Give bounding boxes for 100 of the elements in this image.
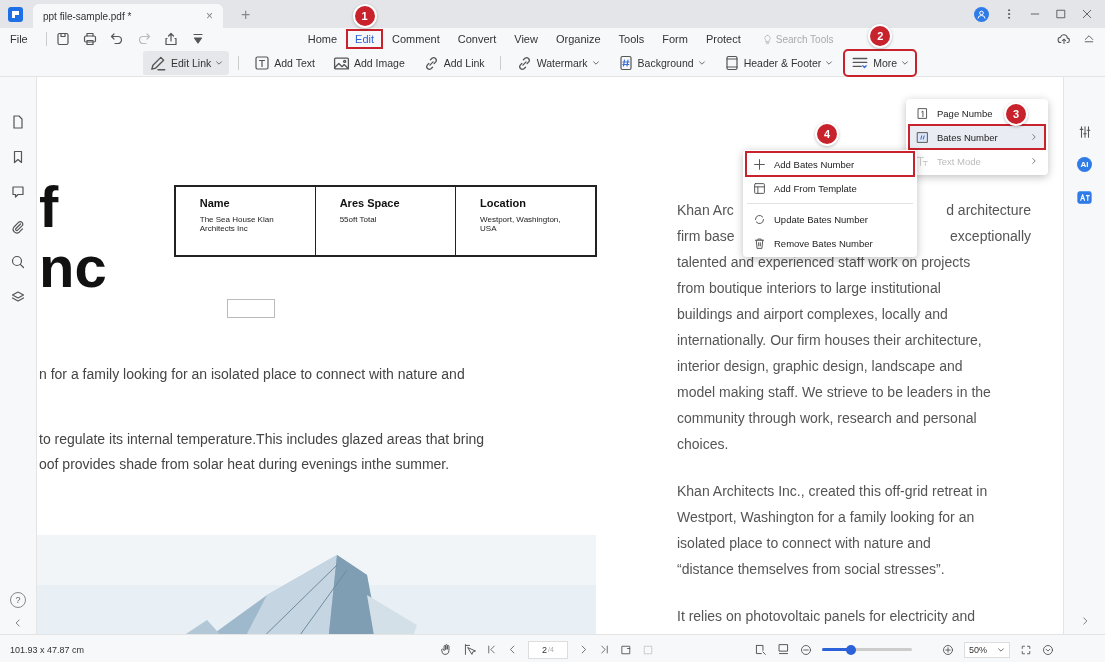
page-heading: nc: [39, 237, 107, 297]
app-logo: [8, 7, 23, 22]
body-text-line: community through work, research and personal: [677, 409, 977, 428]
menu-tab[interactable]: Form: [655, 31, 695, 47]
menu-item[interactable]: Add From Template: [747, 177, 913, 199]
toolbar-button[interactable]: Watermark: [509, 51, 606, 75]
select-text-icon[interactable]: [463, 643, 476, 656]
table-cell: 55oft Total: [315, 214, 456, 256]
body-text-line: n for a family looking for an isolated place to connect with nature and: [38, 365, 466, 384]
caret-icon: [997, 645, 1005, 654]
menu-item[interactable]: Remove Bates Number: [747, 232, 913, 254]
caret-icon: [825, 59, 834, 67]
caret-icon: [215, 59, 224, 67]
chevron-right-icon: [1030, 132, 1038, 141]
maximize-icon[interactable]: [1055, 8, 1067, 20]
menu-tab[interactable]: Tools: [611, 31, 652, 47]
body-text-line: Khan Architects Inc., created this off-grid retreat in: [677, 482, 988, 501]
plus-icon: [753, 157, 766, 171]
translate-icon[interactable]: [1077, 190, 1092, 205]
print-icon[interactable]: [81, 31, 98, 47]
zoom-in-icon[interactable]: [942, 643, 954, 656]
body-text-line: exceptionally: [950, 227, 1031, 246]
body-text-line: model making staff. We strieve to be leaders in the: [677, 383, 991, 402]
text-box-icon[interactable]: [254, 55, 271, 71]
bates-icon: [916, 130, 929, 144]
hash-page-icon[interactable]: [617, 55, 634, 71]
menu-tab[interactable]: Convert: [450, 31, 504, 47]
last-page-icon[interactable]: [599, 644, 610, 655]
ai-assistant-button[interactable]: AI: [1077, 157, 1092, 172]
column-header: Name: [174, 186, 316, 215]
body-text-line: to regulate its internal temperature.This includes glazed areas that bring: [38, 430, 486, 449]
menu-tab[interactable]: Organize: [548, 31, 608, 47]
body-text-line: It relies on photovoltaic panels for electricity and: [677, 607, 976, 626]
body-text-line: internationally. Our firm houses their architecture,: [677, 331, 982, 350]
toolbar-button[interactable]: Add Text: [248, 52, 321, 74]
menu-tab[interactable]: Protect: [698, 31, 748, 47]
page-icon[interactable]: [10, 114, 26, 130]
comment-icon[interactable]: [10, 184, 26, 200]
step-badge: 4: [817, 124, 837, 144]
toolbar-button[interactable]: Background: [611, 52, 712, 74]
step-badge: 1: [354, 6, 375, 26]
table-cell: The Sea House Klan Architects Inc: [174, 214, 316, 256]
zoom-slider[interactable]: [822, 644, 912, 655]
body-text-line: choices.: [677, 435, 729, 454]
hand-icon[interactable]: [440, 643, 453, 656]
toolbar-button[interactable]: Add Image: [326, 51, 411, 75]
template-icon: [753, 181, 766, 195]
refresh-icon: [753, 212, 766, 226]
column-header: Ares Space: [315, 186, 456, 215]
avatar-icon[interactable]: [974, 6, 989, 22]
tab-title: ppt file-sample.pdf *: [43, 10, 132, 22]
column-header: Location: [455, 186, 596, 215]
caret-icon: [697, 59, 706, 67]
menu-tab[interactable]: Comment: [385, 31, 447, 47]
trash-icon: [753, 236, 766, 250]
save-icon[interactable]: [54, 31, 71, 47]
tablet-icon[interactable]: [723, 55, 740, 71]
toolbar-button[interactable]: Header & Footer: [717, 52, 840, 74]
collapse-down-icon[interactable]: [1042, 643, 1054, 656]
file-menu[interactable]: File: [10, 33, 28, 45]
chevron-right-icon: [1030, 156, 1038, 165]
share-icon[interactable]: [162, 31, 179, 47]
step-badge: 3: [1006, 104, 1026, 124]
body-text-line: talented and experienced staff work on projects: [677, 253, 971, 272]
document-tab[interactable]: ppt file-sample.pdf * ×: [33, 4, 223, 28]
first-page-icon[interactable]: [486, 644, 497, 655]
sliders-icon[interactable]: [1077, 125, 1092, 139]
collapse-left-icon[interactable]: [13, 618, 23, 628]
toolbar-button[interactable]: Add Link: [416, 51, 491, 75]
body-text-line: “distance themselves from social stresses”.: [677, 560, 945, 579]
fit-page-icon[interactable]: [754, 643, 767, 656]
slider-thumb[interactable]: [846, 644, 856, 655]
search-icon[interactable]: [10, 254, 26, 270]
body-text-line: d architecture: [946, 201, 1031, 220]
page-layout-icon[interactable]: [777, 643, 790, 656]
body-text-line: Khan Arc: [677, 201, 734, 220]
menu-tab[interactable]: View: [507, 31, 545, 47]
toolbar-button[interactable]: Edit Link: [143, 51, 230, 75]
zoom-dropdown[interactable]: 50%: [964, 641, 1010, 658]
text-mode-icon: [916, 154, 929, 168]
fullscreen-icon[interactable]: [1020, 643, 1032, 656]
paperclip-icon[interactable]: [10, 219, 26, 235]
menu-tab[interactable]: Home: [300, 31, 345, 47]
collapse-ribbon-icon[interactable]: [1083, 32, 1095, 44]
tab-close-button[interactable]: ×: [206, 9, 213, 23]
lightbulb-icon: [761, 33, 773, 45]
body-text-line: buildings and airport complexes, locally and: [677, 305, 948, 324]
number-box-icon: [916, 106, 929, 120]
step-badge: 2: [870, 26, 891, 46]
close-icon[interactable]: [1081, 8, 1093, 20]
page-heading: f: [39, 177, 59, 237]
cloud-upload-icon[interactable]: [1057, 32, 1071, 46]
empty-text-box: [227, 299, 275, 318]
undo-icon[interactable]: [108, 31, 125, 47]
caret-icon: [901, 59, 910, 67]
pen-icon[interactable]: [149, 54, 167, 72]
rotate-page-icon[interactable]: [620, 643, 632, 656]
zoom-out-icon[interactable]: [800, 643, 812, 656]
menu-item[interactable]: Update Bates Number: [747, 208, 913, 230]
body-text-line: oof provides shade from solar heat during evenings inthe summer.: [38, 455, 451, 474]
